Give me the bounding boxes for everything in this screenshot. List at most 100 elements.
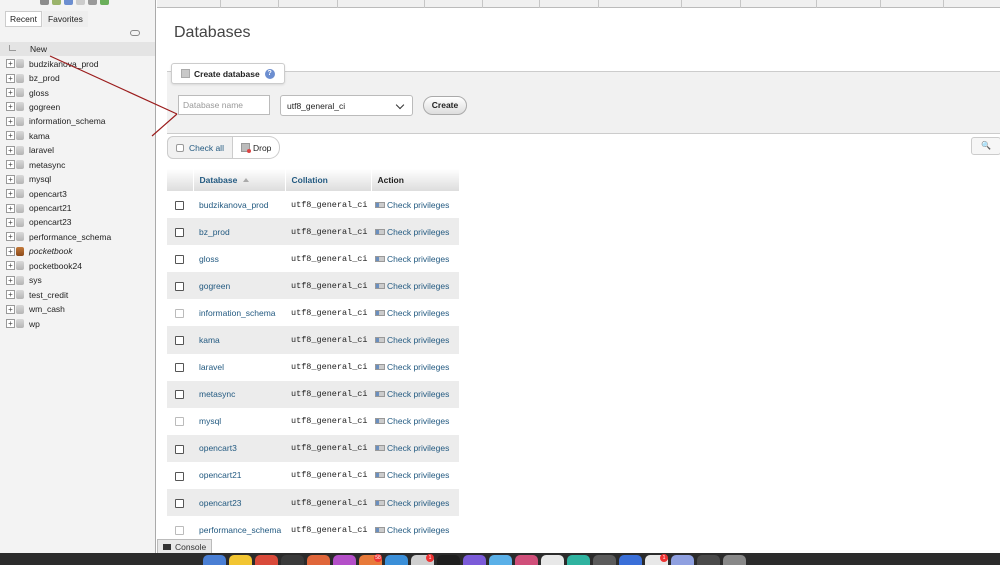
link-icon[interactable] [130,30,140,36]
tab-recent[interactable]: Recent [5,11,42,27]
expand-plus-icon[interactable]: + [6,102,15,112]
tree-item-database[interactable]: + opencart23 [0,215,155,229]
expand-plus-icon[interactable]: + [6,73,15,83]
check-privileges-link[interactable]: Check privileges [371,407,459,435]
dock-app-icon[interactable] [203,555,226,565]
dock-app-icon[interactable] [307,555,330,565]
check-privileges-link[interactable]: Check privileges [371,516,459,544]
expand-plus-icon[interactable]: + [6,174,15,184]
console-toggle[interactable]: Console [157,539,213,553]
expand-plus-icon[interactable]: + [6,145,15,155]
row-checkbox[interactable] [175,363,184,373]
tree-item-database[interactable]: + kama [0,129,155,143]
database-link[interactable]: opencart21 [193,461,285,490]
tree-item-database[interactable]: + budzikanova_prod [0,56,155,70]
database-link[interactable]: budzikanova_prod [193,191,285,219]
row-checkbox[interactable] [175,254,184,264]
tree-item-database[interactable]: + gloss [0,85,155,99]
expand-plus-icon[interactable]: + [6,319,15,329]
home-icon[interactable] [40,0,49,5]
drop-button[interactable]: Drop [232,136,281,159]
expand-plus-icon[interactable]: + [6,116,15,126]
create-button[interactable]: Create [423,96,467,115]
row-checkbox[interactable] [175,227,184,237]
check-privileges-link[interactable]: Check privileges [371,272,459,300]
dock-app-icon[interactable] [437,555,460,565]
tree-item-database[interactable]: + gogreen [0,100,155,114]
help-icon[interactable] [64,0,73,5]
expand-plus-icon[interactable]: + [6,261,15,271]
row-checkbox[interactable] [175,390,184,400]
tree-item-database[interactable]: + pocketbook [0,244,155,258]
row-checkbox[interactable] [175,200,184,210]
dock-app-icon[interactable] [515,555,538,565]
tree-item-database[interactable]: + wm_cash [0,302,155,316]
dock-app-icon[interactable] [671,555,694,565]
dock-app-icon[interactable] [281,555,304,565]
database-link[interactable]: gloss [193,245,285,273]
tree-item-database[interactable]: + metasync [0,158,155,172]
check-privileges-link[interactable]: Check privileges [371,489,459,517]
dock-app-icon[interactable] [697,555,720,565]
logout-icon[interactable] [52,0,61,5]
tree-item-database[interactable]: + wp [0,316,155,330]
tree-item-database[interactable]: + pocketbook24 [0,259,155,273]
expand-plus-icon[interactable]: + [6,232,15,242]
check-privileges-link[interactable]: Check privileges [371,326,459,354]
row-checkbox[interactable] [175,498,184,508]
expand-plus-icon[interactable]: + [6,88,15,98]
docs-icon[interactable] [76,0,85,5]
check-privileges-link[interactable]: Check privileges [371,299,459,327]
reload-icon[interactable] [100,0,109,5]
header-collation[interactable]: Collation [285,169,372,191]
database-link[interactable]: bz_prod [193,218,285,246]
dock-app-icon[interactable] [333,555,356,565]
database-link[interactable]: opencart3 [193,434,285,462]
settings-icon[interactable] [88,0,97,5]
dock-app-icon[interactable] [593,555,616,565]
database-link[interactable]: laravel [193,353,285,381]
tree-item-database[interactable]: + sys [0,273,155,287]
check-privileges-link[interactable]: Check privileges [371,245,459,273]
collation-select[interactable]: utf8_general_ci [280,95,413,116]
expand-plus-icon[interactable]: + [6,304,15,314]
expand-plus-icon[interactable]: + [6,275,15,285]
tree-item-new[interactable]: New [0,42,155,57]
search-icon[interactable]: 🔍 [971,137,1000,155]
tree-item-database[interactable]: + test_credit [0,287,155,301]
help-icon[interactable]: ? [264,68,275,79]
check-privileges-link[interactable]: Check privileges [371,191,459,219]
tree-item-database[interactable]: + opencart3 [0,186,155,200]
row-checkbox[interactable] [175,471,184,481]
check-privileges-link[interactable]: Check privileges [371,380,459,408]
check-privileges-link[interactable]: Check privileges [371,218,459,246]
dock-app-icon[interactable] [567,555,590,565]
expand-plus-icon[interactable]: + [6,203,15,213]
tree-item-database[interactable]: + laravel [0,143,155,157]
database-link[interactable]: metasync [193,380,285,408]
expand-plus-icon[interactable]: + [6,131,15,141]
header-database[interactable]: Database [193,169,286,191]
expand-plus-icon[interactable]: + [6,189,15,199]
database-link[interactable]: gogreen [193,272,285,300]
dock-app-icon[interactable]: 1 [645,554,668,565]
dock-app-icon[interactable] [463,555,486,565]
dock-app-icon[interactable]: 1 [411,554,434,565]
dock-app-icon[interactable] [489,555,512,565]
database-name-input[interactable] [178,95,270,115]
check-all-checkbox[interactable] [176,143,184,152]
dock-app-icon[interactable]: 58 [359,554,382,565]
tree-item-database[interactable]: + information_schema [0,114,155,128]
database-link[interactable]: mysql [193,407,285,435]
dock-app-icon[interactable] [255,555,278,565]
tab-favorites[interactable]: Favorites [42,11,88,27]
row-checkbox[interactable] [175,444,184,454]
check-privileges-link[interactable]: Check privileges [371,434,459,462]
tree-item-database[interactable]: + performance_schema [0,230,155,244]
database-link[interactable]: information_schema [193,299,285,327]
dock-app-icon[interactable] [723,555,746,565]
row-checkbox[interactable] [175,336,184,346]
check-all-button[interactable]: Check all [167,136,233,159]
tree-item-database[interactable]: + bz_prod [0,71,155,85]
expand-plus-icon[interactable]: + [6,290,15,300]
